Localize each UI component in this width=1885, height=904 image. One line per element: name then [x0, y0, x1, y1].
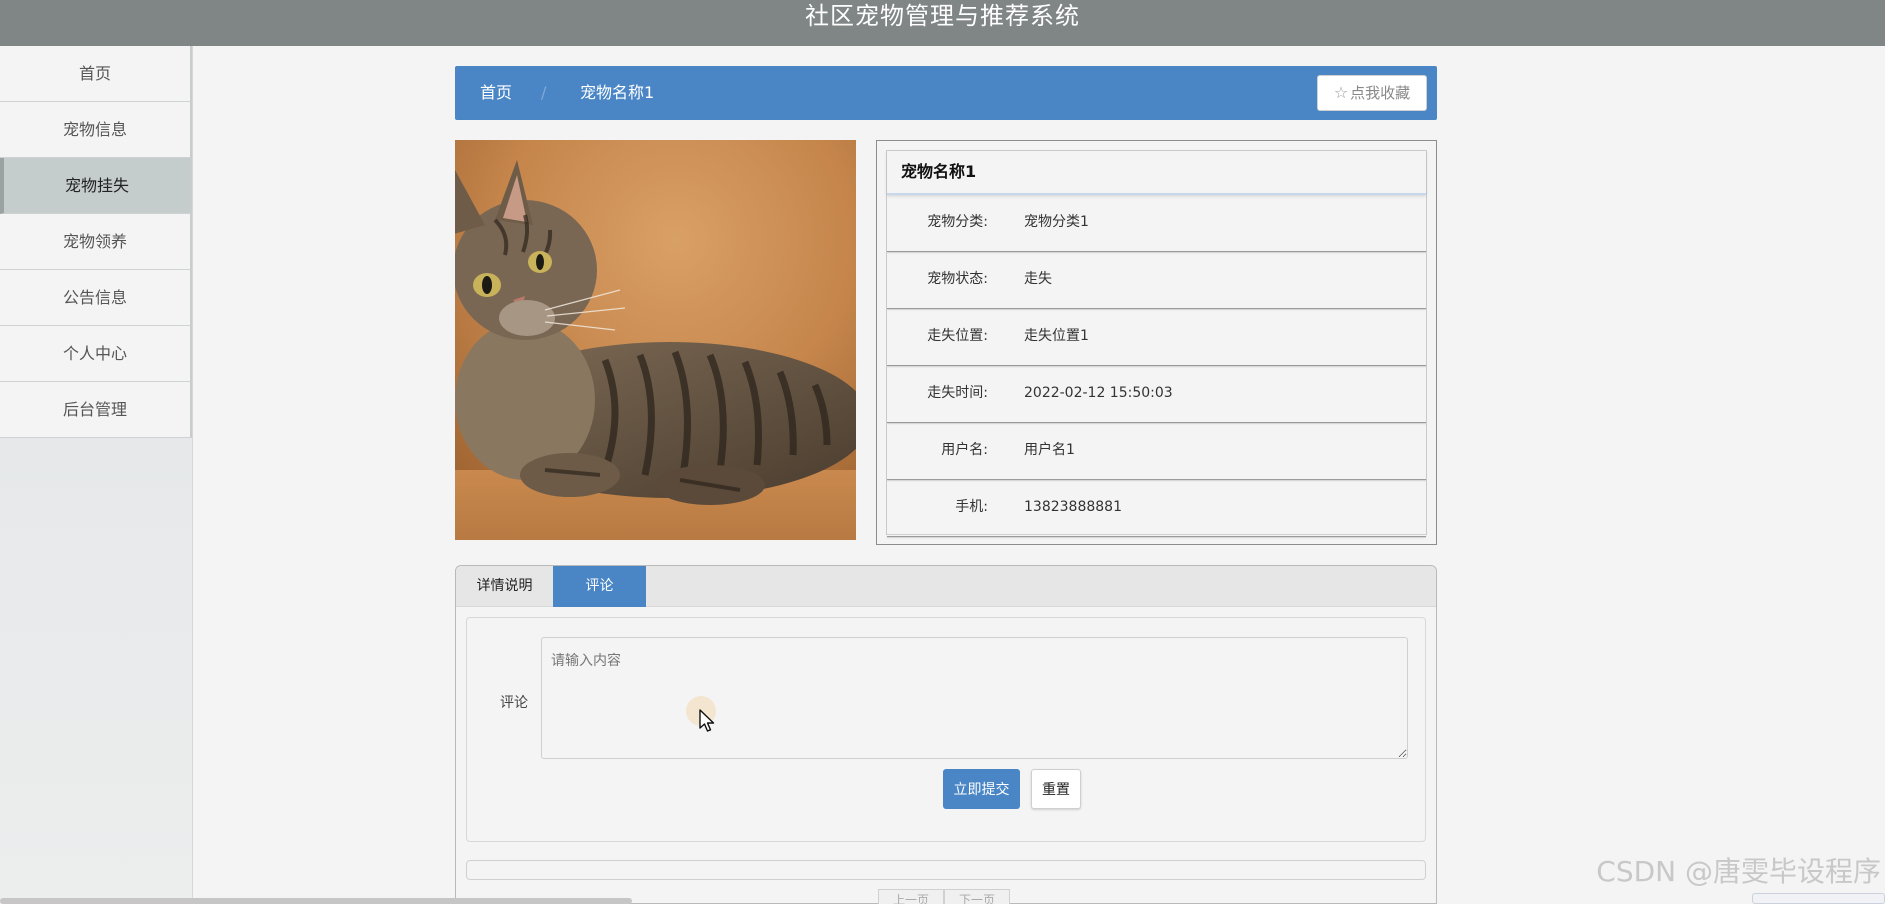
app-header: 社区宠物管理与推荐系统 [0, 0, 1885, 46]
comment-label: 评论 [500, 695, 528, 711]
tab-details[interactable]: 详情说明 [456, 566, 553, 607]
tab-comments[interactable]: 评论 [553, 566, 646, 607]
breadcrumb-current: 宠物名称1 [580, 83, 655, 102]
info-label: 走失位置: [927, 328, 988, 344]
info-value: 2022-02-12 15:50:03 [1024, 385, 1173, 401]
breadcrumb-separator: / [541, 83, 547, 102]
info-row-lost-location: 走失位置: 走失位置1 [887, 309, 1426, 366]
info-row-phone: 手机: 13823888881 [887, 480, 1426, 537]
horizontal-scrollbar[interactable] [0, 898, 632, 904]
info-value: 宠物分类1 [1024, 214, 1089, 230]
star-outline-icon: ☆ [1333, 83, 1349, 102]
favorite-button[interactable]: ☆ 点我收藏 [1317, 75, 1427, 111]
pet-info-panel: 宠物名称1 宠物分类: 宠物分类1 宠物状态: 走失 走失位置: 走失位置1 走… [876, 140, 1437, 545]
info-row-category: 宠物分类: 宠物分类1 [887, 195, 1426, 252]
tab-bar: 详情说明 评论 [456, 566, 1436, 607]
info-value: 用户名1 [1024, 442, 1075, 458]
info-label: 手机: [955, 499, 988, 515]
comment-list [466, 860, 1426, 880]
info-row-lost-time: 走失时间: 2022-02-12 15:50:03 [887, 366, 1426, 423]
reset-button[interactable]: 重置 [1031, 769, 1081, 809]
sidebar-item-pet-info[interactable]: 宠物信息 [0, 102, 192, 158]
pet-info-table: 宠物名称1 宠物分类: 宠物分类1 宠物状态: 走失 走失位置: 走失位置1 走… [886, 150, 1427, 537]
info-value: 走失 [1024, 271, 1052, 287]
info-label: 用户名: [941, 442, 988, 458]
breadcrumb-home-link[interactable]: 首页 [480, 66, 512, 120]
info-value: 走失位置1 [1024, 328, 1089, 344]
comment-form: 评论 立即提交 重置 [466, 617, 1426, 842]
cat-illustration [455, 140, 856, 540]
sidebar-item-pet-adopt[interactable]: 宠物领养 [0, 214, 192, 270]
breadcrumb: 首页 / 宠物名称1 ☆ 点我收藏 [455, 66, 1437, 120]
sidebar-item-profile[interactable]: 个人中心 [0, 326, 192, 382]
app-title: 社区宠物管理与推荐系统 [805, 2, 1080, 30]
pagination: 上一页 下一页 [878, 889, 1010, 904]
sidebar-item-pet-lost[interactable]: 宠物挂失 [0, 158, 192, 214]
next-page-button[interactable]: 下一页 [944, 889, 1010, 904]
sidebar-item-announcements[interactable]: 公告信息 [0, 270, 192, 326]
info-row-status: 宠物状态: 走失 [887, 252, 1426, 309]
info-label: 走失时间: [927, 385, 988, 401]
corner-widget[interactable] [1752, 893, 1885, 904]
info-label: 宠物状态: [927, 271, 988, 287]
submit-button[interactable]: 立即提交 [943, 769, 1020, 809]
sidebar-item-admin[interactable]: 后台管理 [0, 382, 192, 438]
info-label: 宠物分类: [927, 214, 988, 230]
comment-input[interactable] [541, 637, 1408, 759]
prev-page-button[interactable]: 上一页 [878, 889, 944, 904]
pet-name-heading: 宠物名称1 [887, 151, 1426, 195]
sidebar: 首页 宠物信息 宠物挂失 宠物领养 公告信息 个人中心 后台管理 [0, 46, 193, 904]
detail-tabs: 详情说明 评论 评论 立即提交 重置 [455, 565, 1437, 904]
info-row-username: 用户名: 用户名1 [887, 423, 1426, 480]
pet-image [455, 140, 856, 540]
mouse-cursor-icon [699, 709, 715, 732]
favorite-button-label: 点我收藏 [1350, 84, 1411, 102]
info-value: 13823888881 [1024, 499, 1122, 515]
watermark: CSDN @唐雯毕设程序 [1596, 855, 1881, 888]
sidebar-item-home[interactable]: 首页 [0, 46, 192, 102]
